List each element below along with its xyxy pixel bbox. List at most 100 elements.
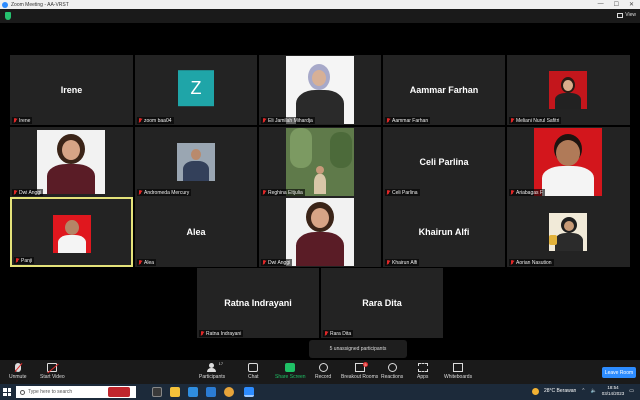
share-screen-button[interactable]: Share Screen xyxy=(275,363,306,380)
mic-muted-icon xyxy=(138,260,142,265)
mic-muted-icon xyxy=(386,190,390,195)
participant-video xyxy=(549,71,587,109)
mic-muted-icon xyxy=(14,363,21,372)
participant-tile[interactable]: Aorian Nasution xyxy=(507,197,630,267)
reactions-icon xyxy=(387,363,397,372)
unmute-button[interactable]: Unmute xyxy=(9,363,27,380)
window-title: Zoom Meeting - AA-VRST xyxy=(11,1,69,8)
zoom-logo-icon xyxy=(2,1,8,8)
participant-label: Aammar Farhan xyxy=(385,117,431,124)
participant-tile[interactable]: Eli Jamilah Mihardja xyxy=(259,55,381,125)
mic-muted-icon xyxy=(510,118,514,123)
meeting-info-bar: View xyxy=(0,9,640,23)
participant-tile[interactable]: Alea Alea xyxy=(135,197,257,267)
view-label: View xyxy=(625,12,636,18)
participant-label: Khairun Alfi xyxy=(385,259,420,266)
participant-tile[interactable]: Ariabagas F xyxy=(507,127,630,197)
participant-label: Celi Parlina xyxy=(385,189,420,196)
participant-tile[interactable]: Aammar Farhan Aammar Farhan xyxy=(383,55,505,125)
shield-icon[interactable] xyxy=(5,12,11,20)
participants-button[interactable]: 17 Participants xyxy=(199,361,225,380)
window-titlebar: Zoom Meeting - AA-VRST — ☐ ✕ xyxy=(0,0,640,9)
participant-tile-active[interactable]: Panji xyxy=(10,197,133,267)
participant-tile[interactable]: Z zoom baa04 xyxy=(135,55,257,125)
network-icon[interactable]: ⌃ xyxy=(581,388,585,394)
zoom-taskbar-icon[interactable] xyxy=(244,387,254,397)
participant-video xyxy=(286,56,354,124)
chrome-icon[interactable] xyxy=(224,387,234,397)
mic-muted-icon xyxy=(262,260,266,265)
participant-label: Aorian Nasution xyxy=(509,259,554,266)
edge-icon[interactable] xyxy=(188,387,198,397)
task-view-icon[interactable] xyxy=(152,387,162,397)
volume-icon[interactable]: 🔈 xyxy=(591,388,597,394)
participant-name: Alea xyxy=(186,227,206,237)
participant-name: Rara Dita xyxy=(362,298,402,308)
leave-room-button[interactable]: Leave Room xyxy=(602,367,636,378)
participant-tile[interactable]: Celi Parlina Celi Parlina xyxy=(383,127,505,197)
unassigned-participants-tooltip: 5 unassigned participants xyxy=(309,340,407,358)
chat-button[interactable]: Chat xyxy=(248,363,259,380)
mic-muted-icon xyxy=(510,190,514,195)
participant-name: Celi Parlina xyxy=(419,157,469,167)
record-button[interactable]: Record xyxy=(315,363,331,380)
participant-name: Aammar Farhan xyxy=(409,85,479,95)
participant-label: Reghina Eltjulia xyxy=(261,189,305,196)
participant-tile[interactable]: Dwi Anggi xyxy=(259,197,381,267)
participant-tile[interactable]: Rara Dita Rara Dita xyxy=(321,268,443,338)
participant-video xyxy=(534,128,602,196)
file-explorer-icon[interactable] xyxy=(170,387,180,397)
chat-icon xyxy=(248,363,259,372)
mic-muted-icon xyxy=(324,331,328,336)
system-tray: 28°C Berawan ⌃ 🔈 18:54 03/14/2023 ▭ xyxy=(532,385,634,397)
breakout-rooms-icon: 5 xyxy=(354,362,368,372)
search-icon xyxy=(20,389,25,395)
mic-muted-icon xyxy=(13,190,17,195)
start-video-button[interactable]: Start Video xyxy=(40,363,65,380)
participant-video xyxy=(286,198,354,266)
apps-button[interactable]: Apps xyxy=(417,363,428,380)
breakout-rooms-button[interactable]: 5 Breakout Rooms xyxy=(341,362,378,380)
notification-icon[interactable]: ▭ xyxy=(629,388,634,394)
clock[interactable]: 18:54 03/14/2023 xyxy=(602,385,625,397)
windows-taskbar: Type here to search 28°C Berawan ⌃ 🔈 18:… xyxy=(0,384,640,400)
weather-icon xyxy=(532,387,539,395)
maximize-button[interactable]: ☐ xyxy=(614,1,619,8)
camera-off-icon xyxy=(47,363,58,372)
participant-label: Meliani Nurul Safitri xyxy=(509,117,562,124)
participants-icon: 17 xyxy=(207,361,223,372)
share-screen-icon xyxy=(285,363,296,372)
weather-text: 28°C Berawan xyxy=(544,388,577,394)
participant-label: Andromeda Mercury xyxy=(137,189,192,196)
windows-start-icon[interactable] xyxy=(3,388,11,396)
mic-muted-icon xyxy=(262,190,266,195)
participant-label: Dwi Anggi xyxy=(12,189,44,196)
participant-label: Panji xyxy=(14,257,35,264)
reactions-button[interactable]: Reactions xyxy=(381,363,403,380)
participant-video xyxy=(286,128,354,196)
mic-muted-icon xyxy=(138,190,142,195)
participant-tile[interactable]: Andromeda Mercury xyxy=(135,127,257,197)
participant-label: Eli Jamilah Mihardja xyxy=(261,117,315,124)
apps-icon xyxy=(417,363,428,372)
meeting-toolbar: Unmute Start Video 17 Participants Chat … xyxy=(0,360,640,384)
minimize-button[interactable]: — xyxy=(598,1,604,8)
taskbar-promo-icon xyxy=(108,387,130,397)
participant-video xyxy=(53,215,91,253)
record-icon xyxy=(318,363,328,372)
participant-tile[interactable]: Reghina Eltjulia xyxy=(259,127,381,197)
view-button[interactable]: View xyxy=(617,12,636,18)
participant-tile[interactable]: Ratna Indrayani Ratna Indrayani xyxy=(197,268,319,338)
participant-tile[interactable]: Dwi Anggi xyxy=(10,127,133,197)
participant-video xyxy=(177,143,215,181)
participant-tile[interactable]: Khairun Alfi Khairun Alfi xyxy=(383,197,505,267)
mic-muted-icon xyxy=(386,260,390,265)
mic-muted-icon xyxy=(262,118,266,123)
participant-tile[interactable]: Meliani Nurul Safitri xyxy=(507,55,630,125)
participant-label: Ariabagas F xyxy=(509,189,545,196)
word-icon[interactable] xyxy=(206,387,216,397)
participant-tile[interactable]: Irene Irene xyxy=(10,55,133,125)
whiteboards-button[interactable]: Whiteboards xyxy=(444,363,472,380)
close-button[interactable]: ✕ xyxy=(629,1,634,8)
participant-name: Ratna Indrayani xyxy=(224,298,292,308)
